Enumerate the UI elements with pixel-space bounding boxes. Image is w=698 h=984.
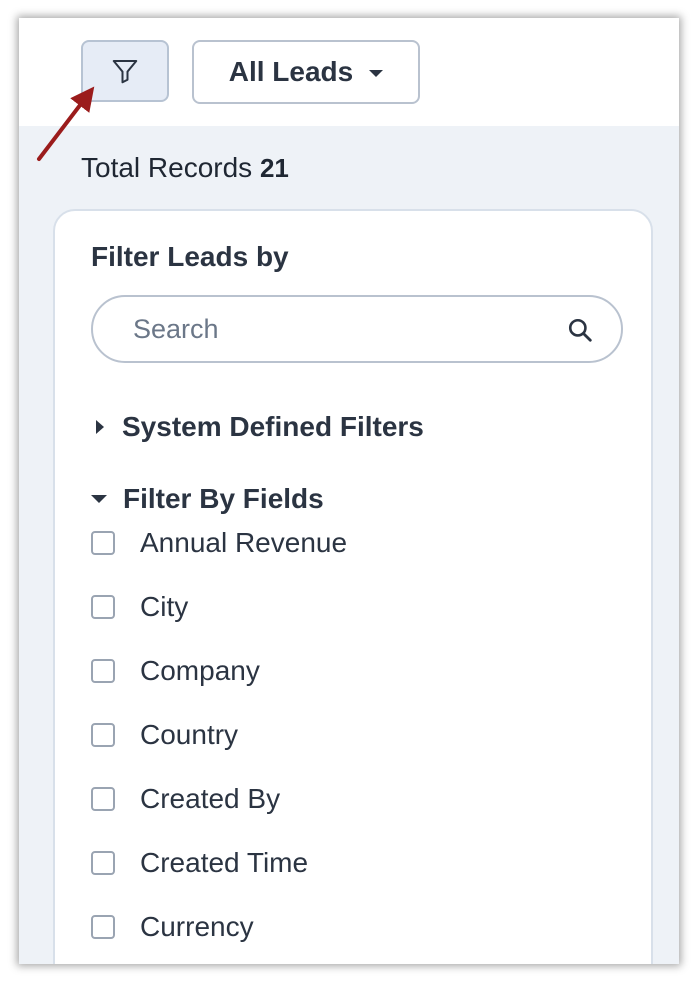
field-label: City (140, 591, 189, 622)
caret-down-icon (91, 495, 107, 503)
field-label: Created Time (140, 847, 309, 878)
view-selector-label: All Leads (228, 56, 354, 87)
field-item-created-time[interactable]: Created Time (91, 831, 347, 895)
checkbox[interactable] (91, 915, 115, 939)
total-records: Total Records 21 (81, 152, 289, 184)
total-records-count: 21 (259, 153, 289, 183)
checkbox[interactable] (91, 787, 115, 811)
field-item-created-by[interactable]: Created By (91, 767, 347, 831)
field-label: Annual Revenue (140, 527, 348, 558)
field-item-annual-revenue[interactable]: Annual Revenue (91, 511, 347, 575)
search-box (91, 295, 623, 363)
view-selector-dropdown[interactable]: All Leads (192, 40, 420, 104)
field-label: Country (140, 719, 239, 750)
search-icon[interactable] (567, 317, 593, 343)
search-input[interactable] (133, 309, 533, 349)
filter-funnel-icon (112, 60, 138, 84)
checkbox[interactable] (91, 595, 115, 619)
checkbox[interactable] (91, 659, 115, 683)
field-item-country[interactable]: Country (91, 703, 347, 767)
checkbox[interactable] (91, 723, 115, 747)
top-toolbar: All Leads (19, 18, 679, 126)
field-item-city[interactable]: City (91, 575, 347, 639)
field-item-company[interactable]: Company (91, 639, 347, 703)
field-item-currency[interactable]: Currency (91, 895, 347, 959)
checkbox[interactable] (91, 851, 115, 875)
caret-down-icon (369, 69, 384, 77)
total-records-label: Total Records (81, 152, 253, 183)
checkbox[interactable] (91, 531, 115, 555)
section-system-defined-filters[interactable]: System Defined Filters (91, 411, 424, 443)
field-label: Currency (140, 911, 254, 942)
caret-right-icon (96, 420, 104, 434)
filter-panel: Filter Leads by System Defined Filters F… (53, 209, 653, 964)
filter-panel-title: Filter Leads by (91, 241, 289, 272)
field-label: Company (140, 655, 260, 686)
app-frame: All Leads Total Records 21 Filter Leads … (19, 18, 679, 964)
filter-button[interactable] (81, 40, 169, 102)
section-label: System Defined Filters (122, 411, 424, 442)
field-checkbox-list: Annual Revenue City Company Country Crea… (91, 511, 347, 959)
field-label: Created By (140, 783, 281, 814)
